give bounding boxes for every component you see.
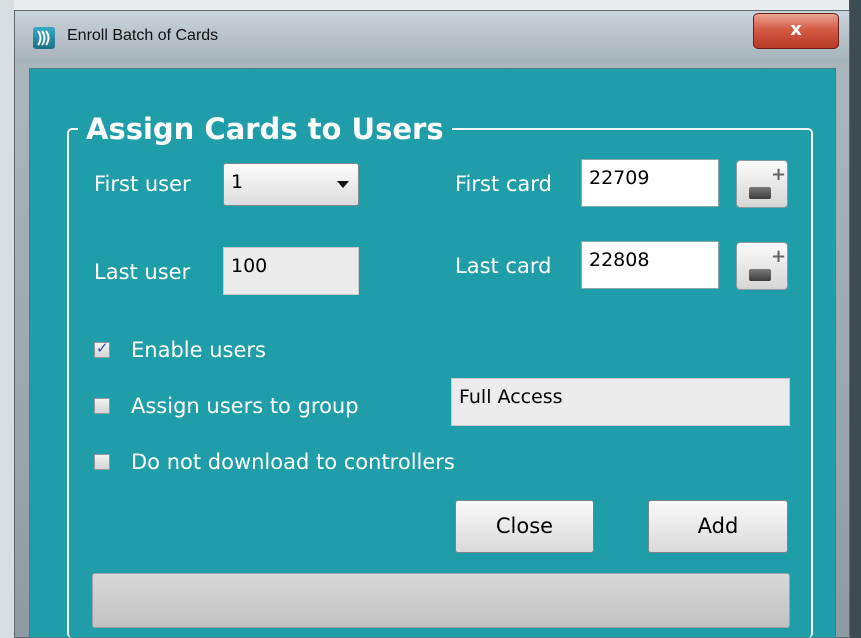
no-download-label: Do not download to controllers xyxy=(131,450,455,474)
window-title: Enroll Batch of Cards xyxy=(67,27,219,44)
plus-icon: + xyxy=(771,164,787,185)
background-app-strip xyxy=(0,0,861,10)
group-select[interactable]: Full Access xyxy=(451,378,790,426)
minus-icon xyxy=(749,269,771,281)
background-app-left xyxy=(0,0,14,638)
assign-group-checkbox[interactable] xyxy=(94,398,110,414)
last-user-input[interactable]: 100 xyxy=(223,247,359,295)
last-card-label: Last card xyxy=(455,254,552,278)
close-icon: x xyxy=(790,19,802,40)
first-user-dropdown[interactable]: 1 xyxy=(223,163,359,206)
chevron-down-icon xyxy=(337,181,349,188)
first-user-label: First user xyxy=(94,172,191,196)
checkmark-icon: ✓ xyxy=(96,339,109,357)
first-user-value: 1 xyxy=(231,171,244,193)
enable-users-checkbox[interactable]: ✓ xyxy=(94,339,110,358)
window-close-button[interactable]: x xyxy=(753,13,839,49)
first-card-adjust-button[interactable]: + xyxy=(736,160,788,208)
enable-users-label: Enable users xyxy=(131,338,266,362)
last-card-input[interactable]: 22808 xyxy=(581,241,719,289)
add-button[interactable]: Add xyxy=(648,500,788,553)
background-app-right xyxy=(849,0,861,638)
close-button[interactable]: Close xyxy=(455,500,594,553)
assign-group-label: Assign users to group xyxy=(131,394,359,418)
plus-icon: + xyxy=(771,246,787,267)
progress-bar xyxy=(92,573,790,628)
group-legend: Assign Cards to Users xyxy=(78,112,452,146)
first-card-label: First card xyxy=(455,172,552,196)
last-user-label: Last user xyxy=(94,260,191,284)
title-bar[interactable]: Enroll Batch of Cards x xyxy=(15,11,849,63)
minus-icon xyxy=(749,187,771,199)
no-download-checkbox[interactable] xyxy=(94,454,110,470)
last-card-adjust-button[interactable]: + xyxy=(736,242,788,290)
app-logo-icon xyxy=(33,27,55,49)
first-card-input[interactable]: 22709 xyxy=(581,159,719,207)
